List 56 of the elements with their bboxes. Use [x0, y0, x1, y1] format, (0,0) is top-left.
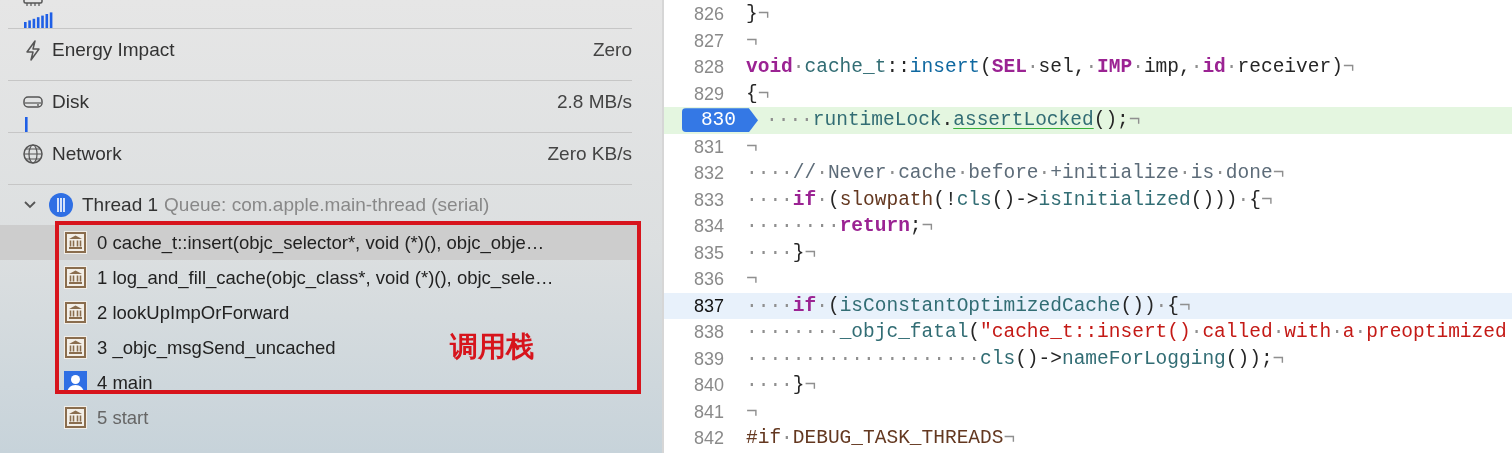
- code-line: ····················cls()->nameForLogging());¬: [746, 346, 1285, 372]
- code-line: ····runtimeLock.assertLocked();¬: [766, 108, 1141, 133]
- code-line: void·cache_t::insert(SEL·sel,·IMP·imp,·id·receiver)¬: [746, 55, 1355, 80]
- stack-frame-row[interactable]: 0 cache_t::insert(objc_selector*, void (*)(), objc_obje…: [0, 225, 640, 260]
- code-line: ¬: [746, 134, 758, 160]
- code-line: ¬: [746, 267, 758, 292]
- line-number: 835: [692, 241, 724, 265]
- thread-icon: [48, 192, 74, 218]
- line-number: 833: [692, 188, 724, 212]
- line-number: 839: [692, 347, 724, 371]
- library-building-icon: [64, 406, 87, 429]
- thread-name: Thread 1: [82, 192, 159, 217]
- line-number: 838: [692, 321, 724, 344]
- line-number: 826: [692, 3, 724, 26]
- code-line: ····//·Never·cache·before·+initialize·is·done¬: [746, 161, 1285, 186]
- gauge-label: Energy Impact: [52, 37, 175, 62]
- line-number: 831: [692, 135, 724, 159]
- code-line: {¬: [746, 81, 770, 107]
- line-number: 829: [692, 82, 724, 106]
- code-line: ····if·(slowpath(!cls()->isInitialized()))·{¬: [746, 187, 1273, 213]
- code-line: ¬: [746, 28, 758, 54]
- library-building-icon: [64, 266, 87, 289]
- line-number: 827: [692, 29, 724, 53]
- line-number: 840: [692, 374, 724, 397]
- gauge-value: Zero: [592, 37, 632, 62]
- code-line: ····if·(isConstantOptimizedCache())·{¬: [746, 293, 1191, 319]
- line-number: 836: [692, 268, 724, 291]
- stack-frame-row[interactable]: 2 lookUpImpOrForward: [0, 295, 298, 330]
- library-building-icon: [64, 231, 87, 254]
- library-building-icon: [64, 301, 87, 324]
- thread-queue: Queue: com.apple.main-thread (serial): [164, 192, 490, 217]
- code-line: ¬: [746, 399, 758, 425]
- code-line: ········_objc_fatal("cache_t::insert()·called·with·a·preoptimized: [746, 320, 1507, 345]
- line-number: 828: [692, 56, 724, 79]
- line-number: 841: [692, 400, 724, 424]
- line-number: 837: [692, 294, 724, 318]
- code-line: ····}¬: [746, 373, 817, 398]
- globe-icon: [22, 143, 44, 165]
- code-line: ····}¬: [746, 240, 817, 266]
- gauge-value: 2.8 MB/s: [557, 89, 632, 114]
- line-number: 842: [692, 427, 724, 450]
- code-line: ········return;¬: [746, 214, 934, 239]
- annotation-label: 调用栈: [450, 330, 534, 364]
- code-line: #if·DEBUG_TASK_THREADS¬: [746, 426, 1016, 451]
- gauge-label: Network: [52, 141, 122, 166]
- line-number: 832: [692, 162, 724, 185]
- stack-frame-row[interactable]: 3 _objc_msgSend_uncached: [0, 330, 344, 365]
- stack-frame-row[interactable]: 4 main: [0, 365, 161, 400]
- gauge-label: Disk: [52, 89, 89, 114]
- stack-frame-row[interactable]: 1 log_and_fill_cache(objc_class*, void (*)(), objc_sele…: [0, 260, 562, 295]
- gauge-value: Zero KB/s: [547, 141, 632, 166]
- stack-frame-row[interactable]: 5 start: [0, 400, 157, 435]
- library-building-icon: [64, 336, 87, 359]
- code-line: }¬: [746, 2, 770, 27]
- breakpoint-line-number[interactable]: 830: [682, 108, 758, 133]
- line-number: 834: [692, 215, 724, 238]
